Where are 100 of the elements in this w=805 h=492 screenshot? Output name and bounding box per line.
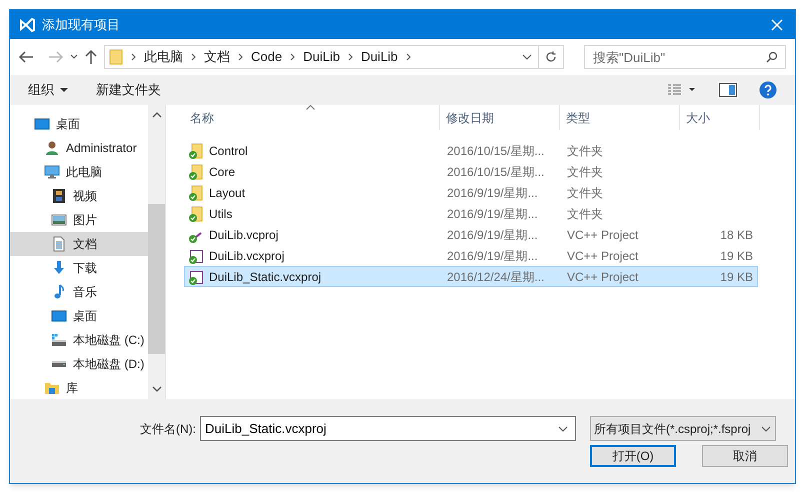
file-type-dropdown[interactable]: 所有项目文件(*.csproj;*.fsproj bbox=[590, 416, 776, 441]
computer-icon bbox=[44, 164, 60, 180]
sidebar-item[interactable]: 此电脑 bbox=[10, 160, 148, 184]
new-folder-button[interactable]: 新建文件夹 bbox=[96, 80, 161, 100]
help-icon[interactable] bbox=[759, 81, 777, 99]
cancel-button[interactable]: 取消 bbox=[702, 445, 788, 467]
file-name: Core bbox=[209, 164, 236, 180]
dropdown-caret-icon[interactable] bbox=[70, 54, 78, 60]
file-row[interactable]: Core 2016/10/15/星期... 文件夹 bbox=[184, 161, 758, 182]
window-title: 添加现有项目 bbox=[42, 16, 120, 34]
file-name: DuiLib_Static.vcxproj bbox=[209, 268, 322, 286]
size-cell-text: 19 KB bbox=[719, 268, 753, 286]
down-arrow-icon bbox=[51, 260, 67, 276]
up-icon[interactable] bbox=[84, 49, 98, 65]
back-icon[interactable] bbox=[18, 50, 34, 64]
sidebar-item[interactable]: 本地磁盘 (C:) bbox=[10, 328, 148, 352]
dropdown-caret-icon[interactable] bbox=[522, 54, 532, 60]
sidebar-item[interactable]: 桌面 bbox=[10, 304, 148, 328]
file-row[interactable]: DuiLib_Static.vcxproj 2016/12/24/星期... VC++ Project 19 KB bbox=[184, 266, 758, 287]
date-cell-text: 2016/9/19/星期... bbox=[446, 226, 539, 244]
sidebar-item[interactable]: Administrator bbox=[10, 136, 148, 160]
breadcrumb-item[interactable]: DuiLib bbox=[360, 47, 398, 67]
type-cell-text: 文件夹 bbox=[566, 206, 604, 222]
file-row[interactable]: DuiLib.vcproj 2016/9/19/星期... VC++ Project 18 KB bbox=[184, 224, 758, 245]
file-name: Layout bbox=[209, 184, 246, 202]
column-header[interactable]: 类型 bbox=[560, 105, 680, 130]
file-name: DuiLib.vcxproj bbox=[209, 248, 284, 264]
search-field[interactable]: 搜索"DuiLib" bbox=[584, 45, 786, 69]
address-bar[interactable]: 此电脑 文档 Code DuiLib DuiLib bbox=[104, 45, 564, 69]
sidebar-item[interactable]: 图片 bbox=[10, 208, 148, 232]
breadcrumb-item[interactable]: Code bbox=[251, 47, 282, 67]
search-icon bbox=[766, 51, 778, 63]
project-file-icon bbox=[188, 268, 204, 284]
breadcrumb-item[interactable]: 文档 bbox=[204, 47, 230, 67]
scroll-up-icon[interactable] bbox=[152, 112, 162, 118]
folder-icon bbox=[188, 206, 204, 222]
date-cell-text: 2016/9/19/星期... bbox=[446, 184, 539, 202]
chevron-icon[interactable] bbox=[406, 53, 411, 61]
app-logo-icon bbox=[18, 16, 36, 34]
view-options-icon[interactable] bbox=[667, 84, 697, 96]
file-name: Utils bbox=[209, 206, 232, 222]
film-icon bbox=[51, 188, 67, 204]
column-header[interactable]: 大小 bbox=[680, 105, 760, 130]
sidebar-item[interactable]: 文档 bbox=[10, 232, 148, 256]
type-cell-text: 文件夹 bbox=[566, 142, 604, 160]
caret-icon[interactable] bbox=[558, 426, 568, 432]
type-cell-text: 文件夹 bbox=[566, 184, 604, 202]
caret-icon bbox=[60, 88, 68, 92]
chevron-icon[interactable] bbox=[348, 53, 353, 61]
sidebar-item[interactable]: 桌面 bbox=[10, 112, 148, 136]
drive-icon bbox=[51, 332, 67, 348]
date-cell-text: 2016/9/19/星期... bbox=[446, 248, 539, 264]
file-row[interactable]: DuiLib.vcxproj 2016/9/19/星期... VC++ Project 19 KB bbox=[184, 245, 758, 266]
sidebar-item[interactable]: 下载 bbox=[10, 256, 148, 280]
file-row[interactable]: Layout 2016/9/19/星期... 文件夹 bbox=[184, 182, 758, 203]
sidebar-item[interactable]: 视频 bbox=[10, 184, 148, 208]
scroll-down-icon[interactable] bbox=[152, 386, 162, 392]
sidebar-item[interactable]: 音乐 bbox=[10, 280, 148, 304]
column-header[interactable]: 名称 bbox=[184, 105, 440, 130]
type-cell-text: VC++ Project bbox=[566, 226, 640, 244]
chevron-icon[interactable] bbox=[191, 53, 196, 61]
filename-field[interactable]: DuiLib_Static.vcxproj bbox=[200, 416, 576, 441]
column-header[interactable]: 修改日期 bbox=[440, 105, 560, 130]
user-icon bbox=[44, 140, 60, 156]
type-cell-text: VC++ Project bbox=[566, 248, 640, 264]
close-icon[interactable] bbox=[771, 18, 783, 30]
size-cell-text: 18 KB bbox=[719, 226, 753, 244]
file-name: DuiLib.vcproj bbox=[209, 226, 278, 244]
drive-icon bbox=[51, 360, 67, 368]
chevron-icon[interactable] bbox=[290, 53, 296, 61]
date-cell-text: 2016/10/15/星期... bbox=[446, 142, 546, 160]
refresh-icon[interactable] bbox=[545, 51, 557, 63]
open-button[interactable]: 打开(O) bbox=[590, 445, 676, 467]
date-cell-text: 2016/9/19/星期... bbox=[446, 206, 539, 222]
folder-icon bbox=[109, 49, 123, 65]
monitor-icon bbox=[34, 116, 50, 132]
sidebar-item[interactable]: 库 bbox=[10, 376, 148, 399]
project-file-icon bbox=[188, 248, 204, 264]
sidebar-item[interactable]: 本地磁盘 (D:) bbox=[10, 352, 148, 376]
preview-pane-icon[interactable] bbox=[719, 83, 737, 97]
file-row[interactable]: Utils 2016/9/19/星期... 文件夹 bbox=[184, 203, 758, 224]
caret-icon bbox=[761, 426, 771, 432]
type-cell-text: VC++ Project bbox=[566, 268, 640, 286]
breadcrumb-item[interactable]: 此电脑 bbox=[144, 47, 183, 67]
date-cell-text: 2016/12/24/星期... bbox=[446, 268, 546, 286]
filename-label: 文件名(N): bbox=[140, 420, 196, 438]
chevron-icon[interactable] bbox=[238, 53, 243, 61]
folder-icon bbox=[188, 184, 204, 200]
size-cell-text: 19 KB bbox=[719, 248, 753, 264]
image-icon bbox=[51, 212, 67, 228]
folder-icon bbox=[188, 164, 204, 180]
organize-button[interactable]: 组织 bbox=[28, 80, 68, 100]
folder-icon bbox=[44, 380, 60, 396]
type-cell-text: 文件夹 bbox=[566, 164, 604, 180]
date-cell-text: 2016/10/15/星期... bbox=[446, 164, 546, 180]
file-name: Control bbox=[209, 142, 248, 160]
chevron-icon[interactable] bbox=[131, 53, 136, 61]
breadcrumb-item[interactable]: DuiLib bbox=[303, 47, 340, 67]
folder-icon bbox=[188, 142, 204, 158]
file-row[interactable]: Control 2016/10/15/星期... 文件夹 bbox=[184, 140, 758, 161]
